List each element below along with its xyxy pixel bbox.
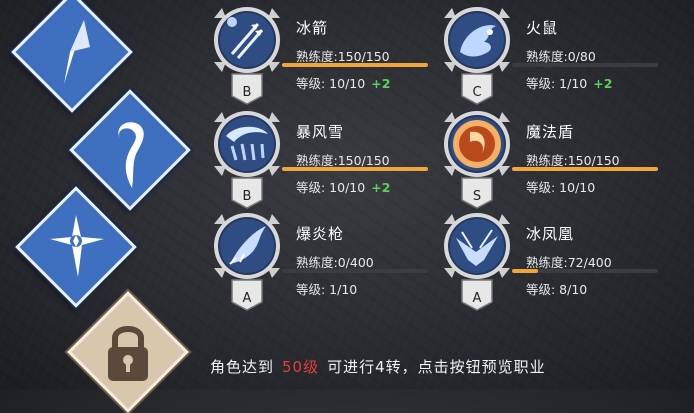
skill-card[interactable]: B 冰箭 熟练度:150/150 等级: 10/10 +2 <box>210 2 450 110</box>
hint-prefix: 角色达到 <box>210 358 275 376</box>
proficiency-fill <box>512 269 539 273</box>
proficiency-bar <box>282 269 428 273</box>
skill-emblem[interactable]: C <box>440 2 514 106</box>
skill-name: 冰凤凰 <box>526 225 575 243</box>
star-crest-icon <box>50 215 104 277</box>
skill-card[interactable]: C 火鼠 熟练度:0/80 等级: 1/10 +2 <box>440 2 680 110</box>
skill-card[interactable]: B 暴风雪 熟练度:150/150 等级: 10/10 +2 <box>210 106 450 214</box>
job-advance-hint: 角色达到 50级 可进行4转，点击按钮预览职业 <box>210 356 546 377</box>
proficiency-bar <box>512 269 658 273</box>
skill-rank: A <box>473 291 482 306</box>
level-text: 等级: 10/10 <box>296 180 366 195</box>
level-label: 等级: 1/10 <box>296 279 363 298</box>
level-label: 等级: 1/10 +2 <box>526 73 612 92</box>
skill-name: 暴风雪 <box>296 123 345 141</box>
magic-shield-icon <box>453 120 501 168</box>
level-text: 等级: 10/10 <box>526 180 596 195</box>
skill-emblem[interactable]: A <box>210 208 284 312</box>
skill-rank: A <box>243 291 252 306</box>
level-label: 等级: 8/10 <box>526 279 593 298</box>
class-tab-locked[interactable] <box>67 291 189 413</box>
class-tab-3[interactable] <box>15 186 137 308</box>
level-text: 等级: 8/10 <box>526 282 588 297</box>
skill-rank: B <box>243 189 252 204</box>
required-level: 50级 <box>282 358 320 376</box>
proficiency-bar <box>512 167 658 171</box>
skill-emblem[interactable]: S <box>440 106 514 210</box>
proficiency-bar <box>282 63 428 67</box>
skill-card[interactable]: S 魔法盾 熟练度:150/150 等级: 10/10 <box>440 106 680 214</box>
padlock-icon <box>108 326 148 381</box>
level-text: 等级: 1/10 <box>526 76 588 91</box>
level-label: 等级: 10/10 +2 <box>296 177 390 196</box>
level-text: 等级: 1/10 <box>296 282 358 297</box>
level-bonus: +2 <box>593 76 613 91</box>
skill-name: 爆炎枪 <box>296 225 345 243</box>
proficiency-fill <box>282 167 428 171</box>
skill-rank: C <box>472 85 481 100</box>
level-label: 等级: 10/10 <box>526 177 601 196</box>
level-bonus: +2 <box>371 180 391 195</box>
level-text: 等级: 10/10 <box>296 76 366 91</box>
proficiency-bar <box>512 63 658 67</box>
skill-rank: S <box>473 189 481 204</box>
proficiency-fill <box>512 167 658 171</box>
hint-suffix: 可进行4转，点击按钮预览职业 <box>327 358 546 376</box>
level-bonus: +2 <box>371 76 391 91</box>
level-label: 等级: 10/10 +2 <box>296 73 390 92</box>
skill-card[interactable]: A 冰凤凰 熟练度:72/400 等级: 8/10 <box>440 208 680 316</box>
skill-name: 冰箭 <box>296 19 329 37</box>
skill-card[interactable]: A 爆炎枪 熟练度:0/400 等级: 1/10 <box>210 208 450 316</box>
skill-rank: B <box>243 85 252 100</box>
skill-name: 火鼠 <box>526 19 559 37</box>
proficiency-bar <box>282 167 428 171</box>
skill-emblem[interactable]: B <box>210 106 284 210</box>
skill-name: 魔法盾 <box>526 123 575 141</box>
skill-emblem[interactable]: A <box>440 208 514 312</box>
skill-emblem[interactable]: B <box>210 2 284 106</box>
proficiency-fill <box>282 63 428 67</box>
